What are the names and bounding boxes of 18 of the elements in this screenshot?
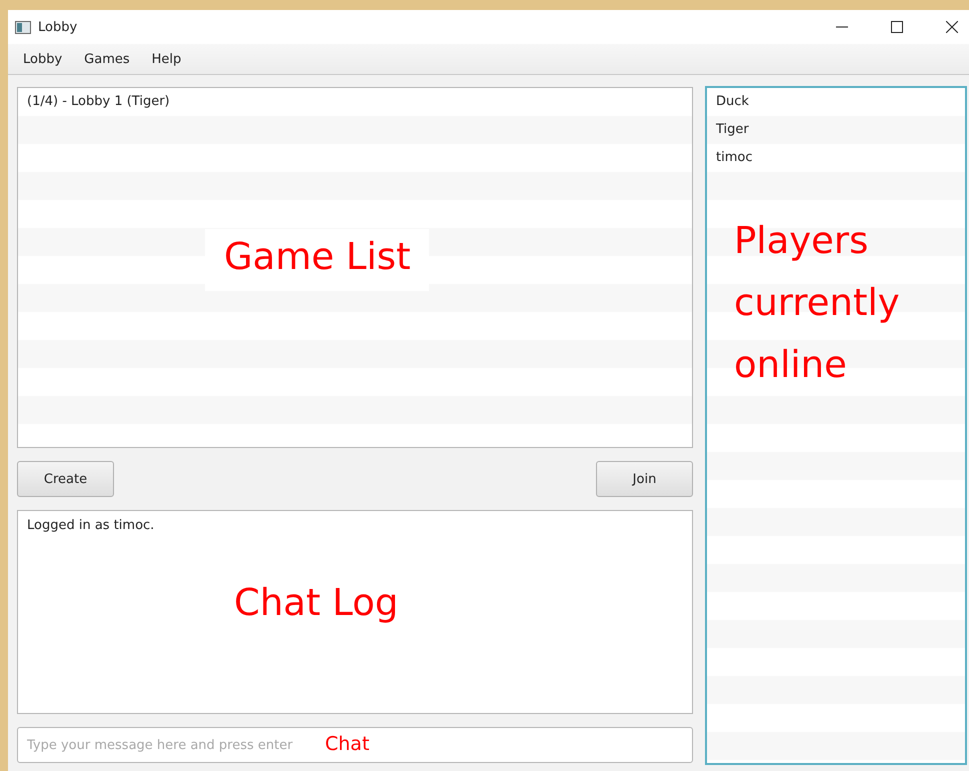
create-button[interactable]: Create [17,461,114,497]
menu-item[interactable]: Lobby [12,52,74,67]
menu-item[interactable]: Help [140,52,192,67]
close-icon[interactable] [946,21,958,34]
window-title: Lobby [38,20,78,35]
player-list-item[interactable]: timoc [707,144,965,172]
player-list-item[interactable]: Duck [707,88,965,116]
game-list-item[interactable]: (1/4) - Lobby 1 (Tiger) [18,88,692,116]
app-icon [15,20,31,34]
maximize-icon[interactable] [891,21,903,34]
join-button[interactable]: Join [596,461,693,497]
annotation-label: Chat Log [234,581,398,626]
annotation-label: Game List [205,229,429,292]
chat-message: Logged in as timoc. [27,518,156,533]
player-list-item[interactable]: Tiger [707,116,965,144]
menu-item[interactable]: Games [73,52,141,67]
annotation-label: Players currently online [734,218,901,388]
annotation-label: Chat [325,733,370,755]
